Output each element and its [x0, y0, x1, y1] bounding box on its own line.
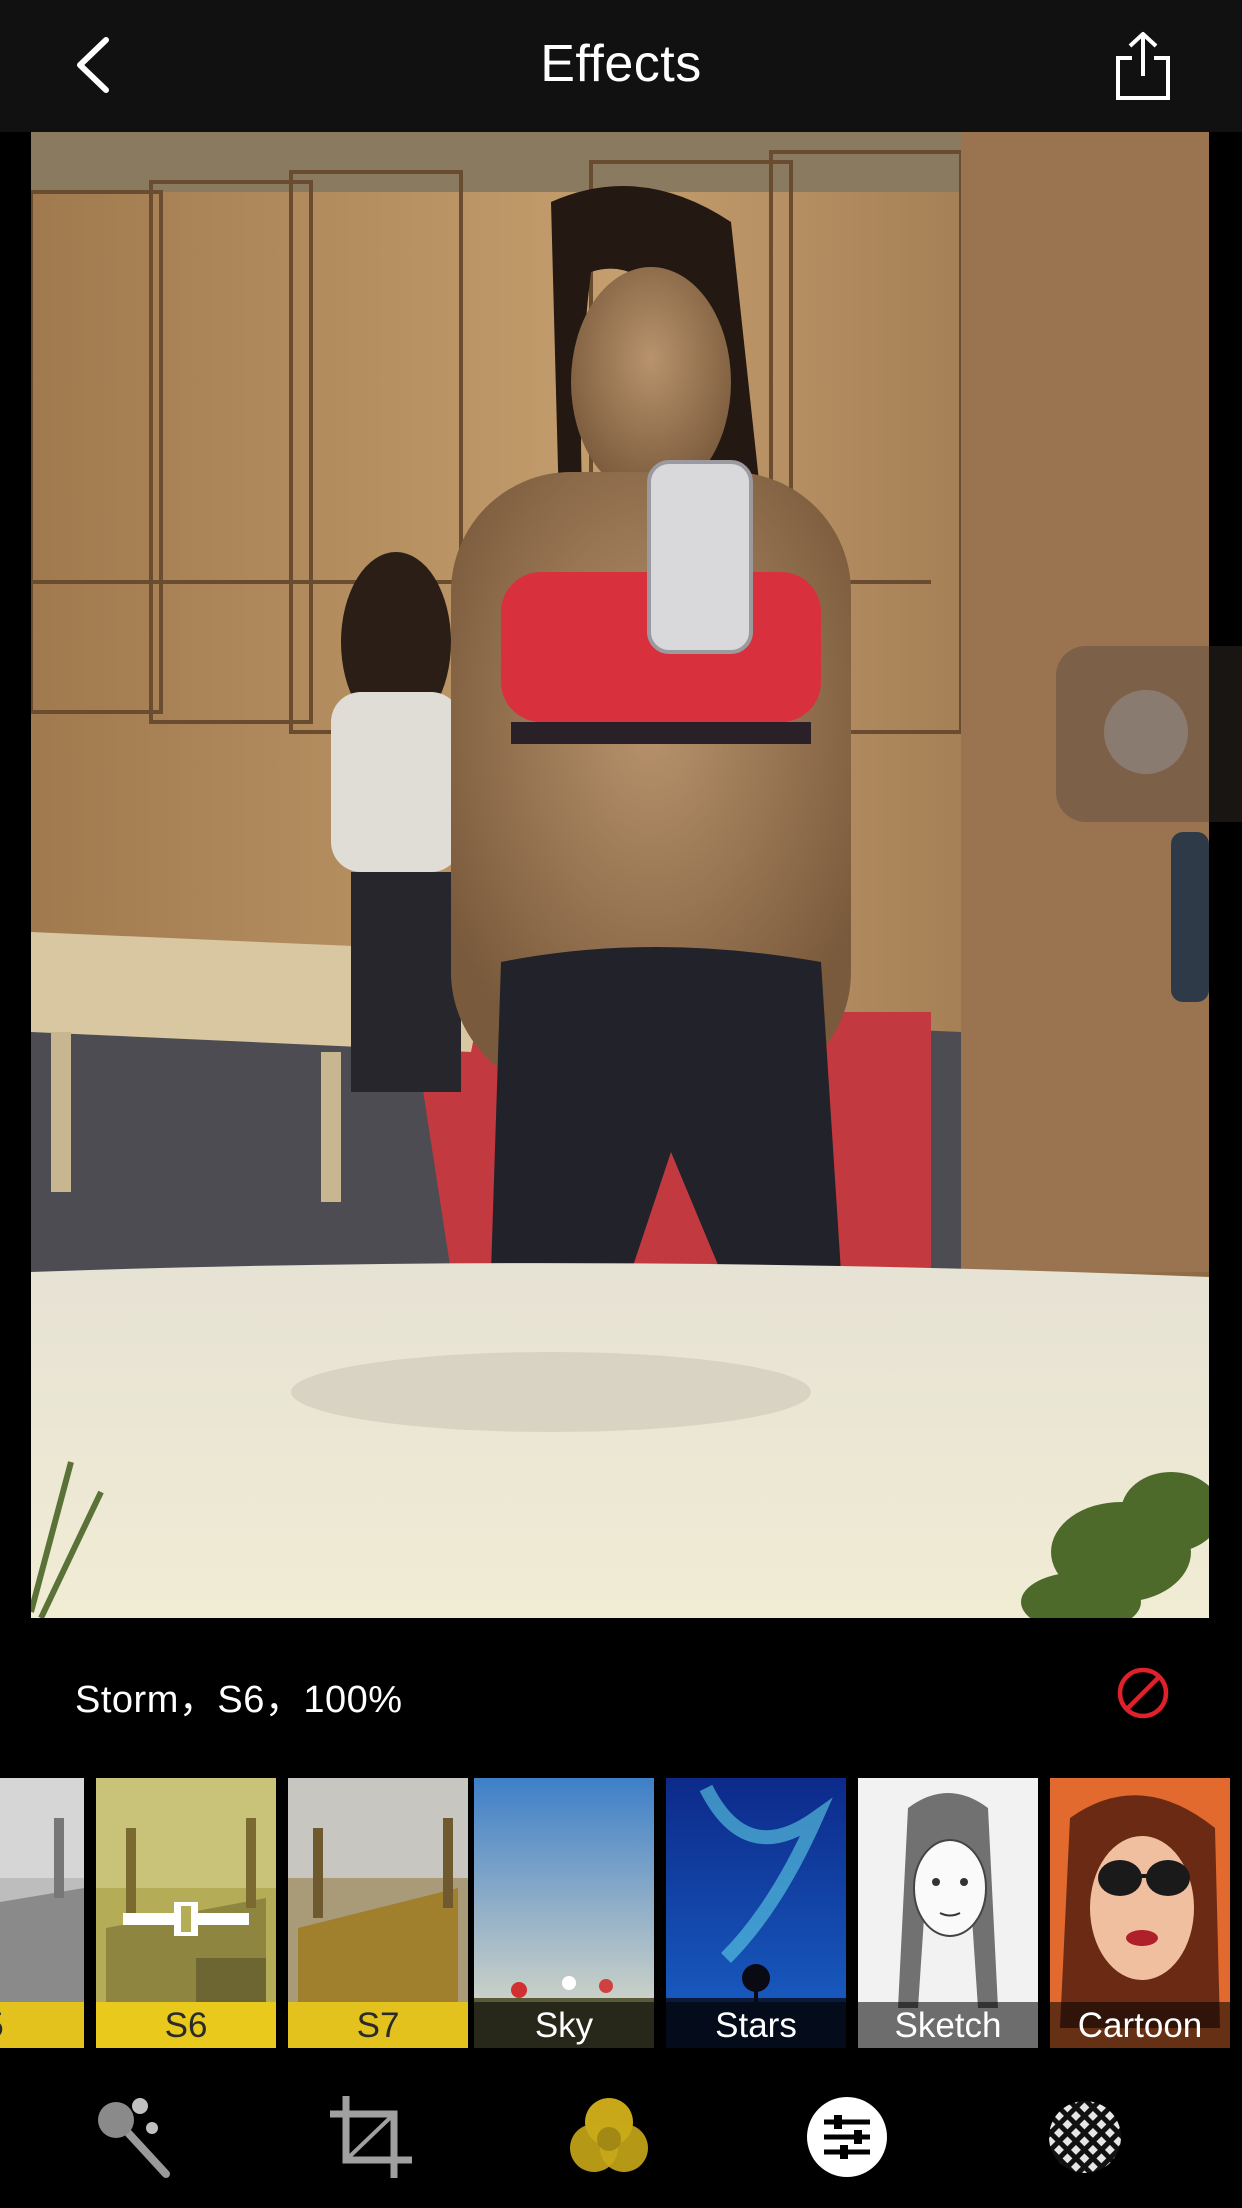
effect-thumb-sky[interactable]: Sky — [474, 1778, 654, 2048]
effect-thumb-s7[interactable]: S7 — [288, 1778, 468, 2048]
effect-label: Sketch — [858, 2002, 1038, 2048]
magic-wand-icon[interactable] — [90, 2094, 176, 2180]
bottom-toolbar — [0, 2050, 1242, 2208]
effect-status-text: Storm，S6，100% — [75, 1679, 403, 1721]
effect-label: S6 — [96, 2002, 276, 2048]
effect-thumb-cartoon[interactable]: Cartoon — [1050, 1778, 1230, 2048]
effect-label: Cartoon — [1050, 2002, 1230, 2048]
effect-label: S7 — [288, 2002, 468, 2048]
effect-thumb-s5[interactable]: 5 — [0, 1778, 84, 2048]
texture-icon[interactable] — [1042, 2094, 1128, 2180]
effect-label: 5 — [0, 2002, 84, 2048]
effect-thumb-stars[interactable]: Stars — [666, 1778, 846, 2048]
effect-label: Stars — [666, 2002, 846, 2048]
share-icon[interactable] — [1108, 30, 1178, 102]
navigation-bar: Effects — [0, 0, 1242, 132]
effect-label: Sky — [474, 2002, 654, 2048]
page-title: Effects — [540, 35, 702, 93]
floating-handle-knob[interactable] — [1104, 690, 1188, 774]
effect-thumb-sketch[interactable]: Sketch — [858, 1778, 1038, 2048]
adjust-sliders-icon[interactable] — [804, 2094, 890, 2180]
effect-thumb-s6[interactable]: S6 — [96, 1778, 276, 2048]
slider-marker-icon — [123, 1902, 249, 1936]
color-circles-icon[interactable] — [566, 2094, 652, 2180]
effects-strip[interactable]: 5 S6 S7 — [0, 1778, 1242, 2050]
photo-preview[interactable] — [31, 132, 1209, 1618]
crop-icon[interactable] — [328, 2094, 414, 2180]
no-entry-icon[interactable] — [1116, 1666, 1170, 1720]
